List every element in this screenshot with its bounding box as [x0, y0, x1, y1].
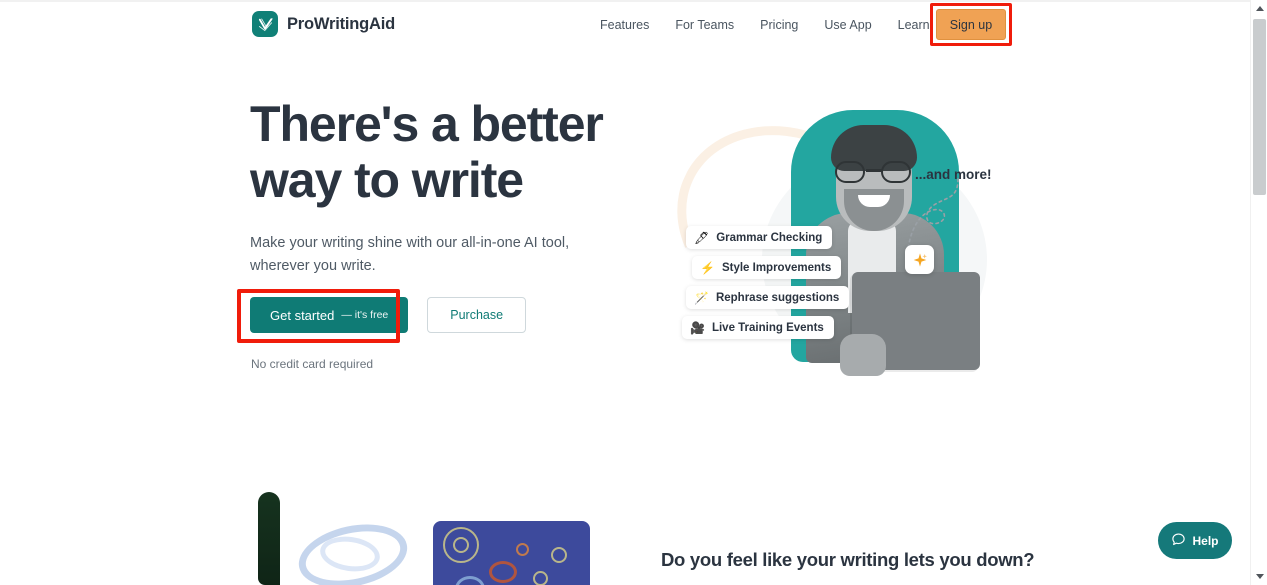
hero-copy: There's a better way to write Make your …	[250, 96, 610, 278]
help-widget-button[interactable]: Help	[1158, 522, 1232, 559]
page-title: There's a better way to write	[250, 96, 610, 208]
blue-swirl-panel	[433, 521, 590, 585]
scrollbar-thumb[interactable]	[1253, 19, 1266, 195]
section-heading: Do you feel like your writing lets you d…	[661, 549, 1035, 570]
lightning-bolt-icon: ⚡	[700, 260, 715, 275]
magic-wand-icon: 🪄	[694, 290, 709, 305]
brand-logo-link[interactable]: ProWritingAid	[252, 11, 395, 37]
feature-chip-style-improvements: ⚡ Style Improvements	[692, 256, 842, 279]
feature-chip-live-training-events: 🎥 Live Training Events	[682, 316, 834, 339]
get-started-label: Get started	[270, 307, 335, 323]
site-header: ProWritingAid Features For Teams Pricing…	[0, 0, 1250, 50]
starry-night-painting	[258, 484, 440, 585]
sparkles-icon	[905, 245, 934, 274]
person-hand	[840, 334, 886, 376]
nav-item-for-teams[interactable]: For Teams	[662, 16, 747, 34]
feature-chip-label: Grammar Checking	[716, 231, 823, 244]
nav-item-features[interactable]: Features	[600, 16, 662, 34]
video-camera-icon: 🎥	[690, 320, 705, 335]
feature-chip-grammar-checking: 🖋 Grammar Checking	[686, 226, 833, 249]
nav-item-pricing[interactable]: Pricing	[747, 16, 811, 34]
prowritingaid-logo-icon	[252, 11, 278, 37]
purchase-button[interactable]: Purchase	[427, 297, 527, 333]
vertical-scrollbar[interactable]	[1250, 0, 1267, 585]
nav-item-use-app[interactable]: Use App	[811, 16, 884, 34]
chevron-up-icon[interactable]	[1251, 0, 1267, 17]
brand-name: ProWritingAid	[287, 14, 396, 33]
cypress-tree	[258, 492, 280, 585]
no-credit-card-note: No credit card required	[251, 357, 374, 371]
hero-title-line-1: There's a better	[250, 96, 604, 152]
hero-illustration: 🖋 Grammar Checking ⚡ Style Improvements …	[644, 90, 1002, 376]
sign-up-annotation-box	[930, 3, 1012, 46]
get-started-free-note: — it's free	[341, 309, 389, 321]
speech-bubble-icon	[1171, 532, 1186, 550]
pen-nib-icon: 🖋	[694, 230, 710, 245]
chevron-down-icon[interactable]	[1251, 568, 1267, 585]
feature-chip-label: Live Training Events	[711, 321, 824, 334]
hero-title-line-2: way to write	[250, 152, 524, 208]
feature-chip-label: Style Improvements	[721, 261, 832, 274]
help-widget-label: Help	[1192, 533, 1219, 548]
feature-chip-label: Rephrase suggestions	[715, 291, 840, 304]
feature-chip-rephrase-suggestions: 🪄 Rephrase suggestions	[686, 286, 850, 309]
get-started-button[interactable]: Get started — it's free	[250, 297, 409, 333]
browser-page: ProWritingAid Features For Teams Pricing…	[0, 0, 1267, 585]
hero-cta-row: Get started — it's free Purchase	[250, 297, 527, 333]
page-viewport: ProWritingAid Features For Teams Pricing…	[0, 0, 1250, 585]
hero-subtitle: Make your writing shine with our all-in-…	[250, 235, 570, 274]
